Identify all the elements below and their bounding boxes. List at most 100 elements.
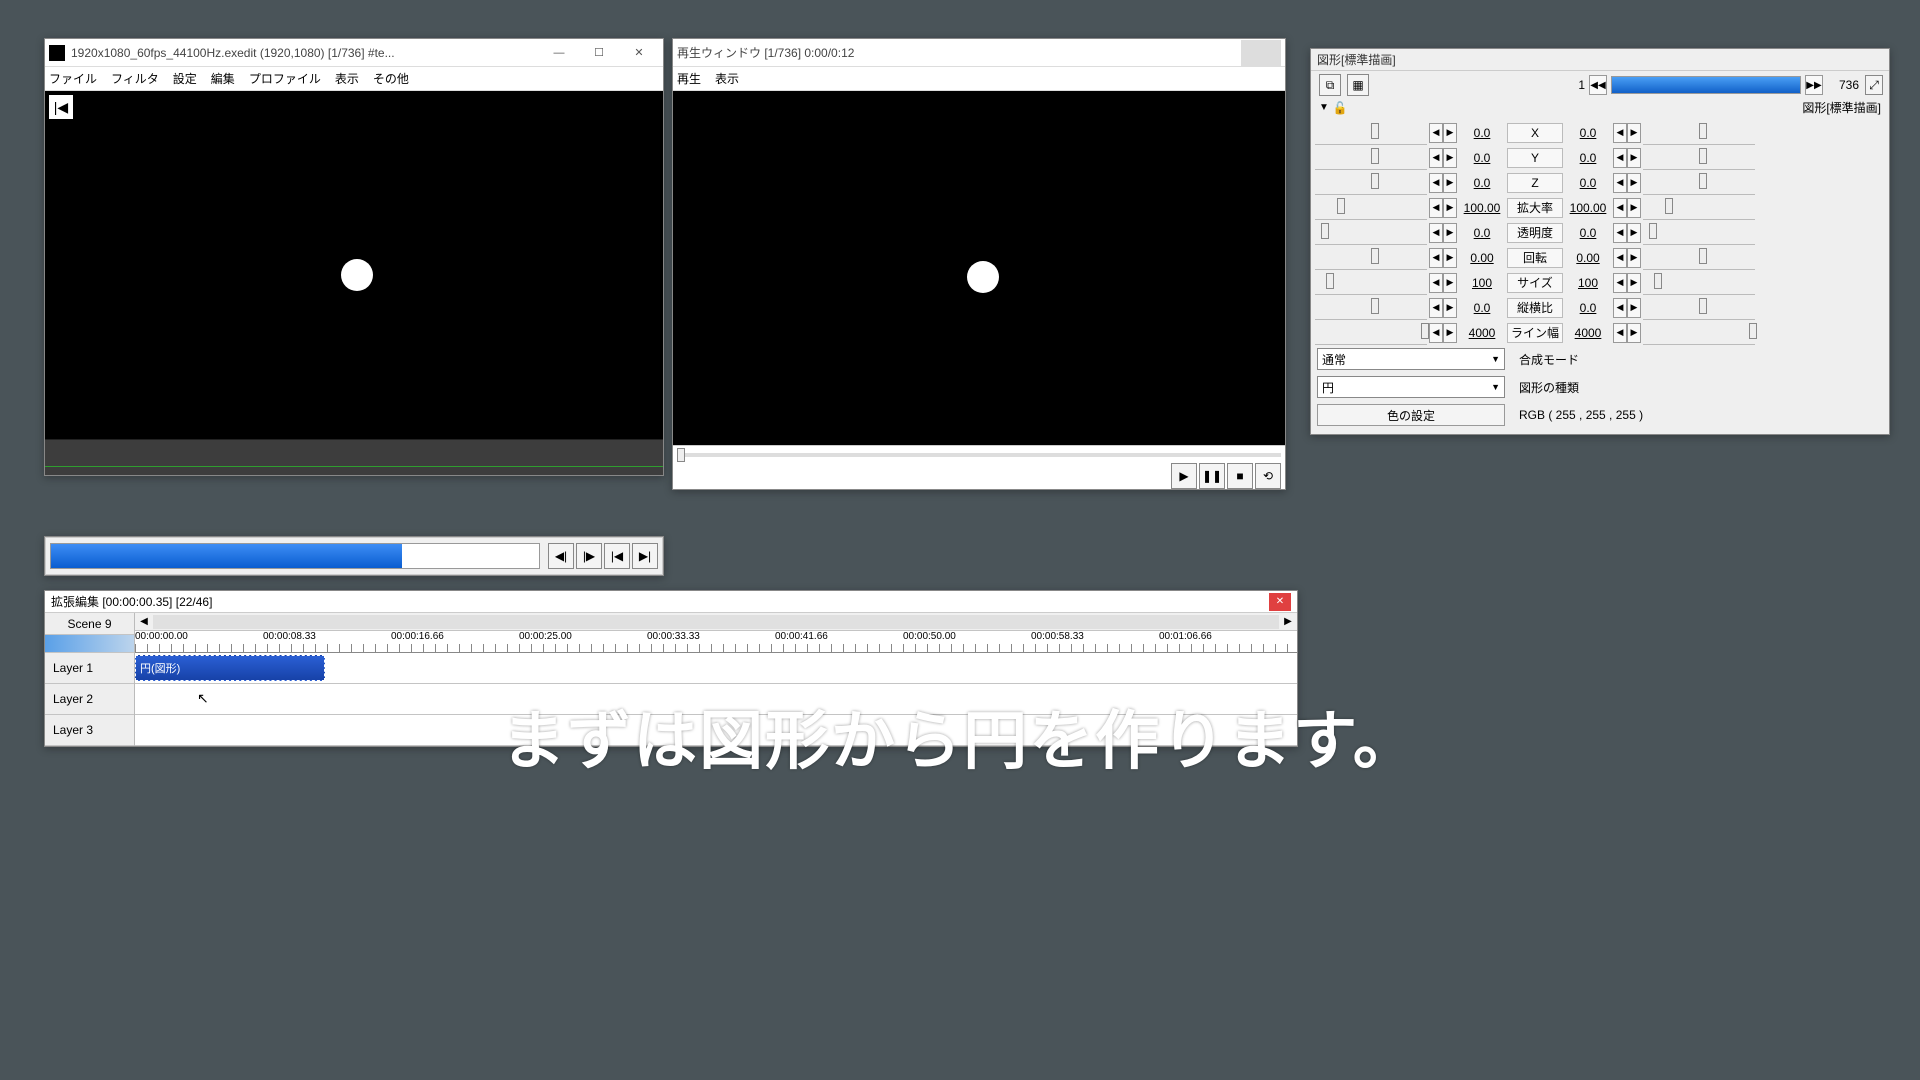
layer-1-header[interactable]: Layer 1 bbox=[45, 653, 134, 684]
menu-filter[interactable]: フィルタ bbox=[111, 70, 159, 87]
frame-seek[interactable] bbox=[1611, 76, 1801, 94]
decrement-button[interactable]: ◀ bbox=[1429, 173, 1443, 193]
scroll-left-button[interactable]: ◀ bbox=[135, 616, 153, 627]
shape-type-select[interactable]: 円▼ bbox=[1317, 376, 1505, 398]
decrement-button[interactable]: ◀ bbox=[1613, 273, 1627, 293]
param-label[interactable]: 透明度 bbox=[1507, 223, 1563, 243]
increment-button[interactable]: ▶ bbox=[1627, 198, 1641, 218]
param-label[interactable]: 縦横比 bbox=[1507, 298, 1563, 318]
param-label[interactable]: X bbox=[1507, 123, 1563, 143]
scene-selector[interactable]: Scene 9 bbox=[45, 613, 134, 635]
decrement-button[interactable]: ◀ bbox=[1613, 173, 1627, 193]
decrement-button[interactable]: ◀ bbox=[1613, 123, 1627, 143]
slider-right[interactable] bbox=[1643, 277, 1755, 295]
frame-rewind-button[interactable]: ◀◀ bbox=[1589, 75, 1607, 95]
increment-button[interactable]: ▶ bbox=[1443, 298, 1457, 318]
slider-right[interactable] bbox=[1643, 127, 1755, 145]
decrement-button[interactable]: ◀ bbox=[1613, 248, 1627, 268]
decrement-button[interactable]: ◀ bbox=[1429, 323, 1443, 343]
next-frame-button[interactable]: |▶ bbox=[576, 543, 602, 569]
frame-end[interactable]: 736 bbox=[1827, 78, 1859, 92]
increment-button[interactable]: ▶ bbox=[1443, 273, 1457, 293]
pause-button[interactable]: ❚❚ bbox=[1199, 463, 1225, 489]
slider-left[interactable] bbox=[1315, 277, 1427, 295]
minimize-button[interactable]: — bbox=[539, 40, 579, 66]
increment-button[interactable]: ▶ bbox=[1627, 248, 1641, 268]
increment-button[interactable]: ▶ bbox=[1627, 323, 1641, 343]
playback-titlebar[interactable]: 再生ウィンドウ [1/736] 0:00/0:12 bbox=[673, 39, 1285, 67]
param-label[interactable]: 回転 bbox=[1507, 248, 1563, 268]
slider-right[interactable] bbox=[1643, 302, 1755, 320]
increment-button[interactable]: ▶ bbox=[1627, 123, 1641, 143]
value-left[interactable]: 0.00 bbox=[1459, 251, 1505, 265]
main-titlebar[interactable]: 1920x1080_60fps_44100Hz.exedit (1920,108… bbox=[45, 39, 663, 67]
stop-button[interactable]: ■ bbox=[1227, 463, 1253, 489]
increment-button[interactable]: ▶ bbox=[1443, 148, 1457, 168]
slider-right[interactable] bbox=[1643, 252, 1755, 270]
playback-close-button[interactable] bbox=[1241, 40, 1281, 66]
menu-settings[interactable]: 設定 bbox=[173, 70, 197, 87]
value-right[interactable]: 0.0 bbox=[1565, 176, 1611, 190]
main-preview[interactable]: |◀ bbox=[45, 91, 663, 439]
param-label[interactable]: ライン幅 bbox=[1507, 323, 1563, 343]
decrement-button[interactable]: ◀ bbox=[1429, 123, 1443, 143]
close-button[interactable]: ✕ bbox=[619, 40, 659, 66]
value-left[interactable]: 0.0 bbox=[1459, 151, 1505, 165]
param-label[interactable]: Y bbox=[1507, 148, 1563, 168]
maximize-button[interactable]: ☐ bbox=[579, 40, 619, 66]
value-right[interactable]: 100 bbox=[1565, 276, 1611, 290]
props-button-b[interactable]: ▦ bbox=[1347, 74, 1369, 96]
menu-playback[interactable]: 再生 bbox=[677, 70, 701, 87]
slider-left[interactable] bbox=[1315, 252, 1427, 270]
audio-waveform[interactable] bbox=[45, 439, 663, 475]
decrement-button[interactable]: ◀ bbox=[1429, 223, 1443, 243]
menu-playback-view[interactable]: 表示 bbox=[715, 70, 739, 87]
section-toggle[interactable]: ▼ 🔓 図形[標準描画] bbox=[1311, 99, 1889, 120]
increment-button[interactable]: ▶ bbox=[1443, 323, 1457, 343]
decrement-button[interactable]: ◀ bbox=[1429, 298, 1443, 318]
timeline-hscroll[interactable]: ◀ ▶ bbox=[135, 613, 1297, 631]
decrement-button[interactable]: ◀ bbox=[1429, 248, 1443, 268]
playback-seekbar[interactable] bbox=[673, 445, 1285, 463]
frame-start[interactable]: 1 bbox=[1565, 78, 1585, 92]
increment-button[interactable]: ▶ bbox=[1627, 223, 1641, 243]
slider-left[interactable] bbox=[1315, 327, 1427, 345]
slider-left[interactable] bbox=[1315, 202, 1427, 220]
menu-file[interactable]: ファイル bbox=[49, 70, 97, 87]
value-left[interactable]: 0.0 bbox=[1459, 176, 1505, 190]
increment-button[interactable]: ▶ bbox=[1443, 123, 1457, 143]
value-right[interactable]: 0.0 bbox=[1565, 301, 1611, 315]
go-to-start-button[interactable]: |◀ bbox=[49, 95, 73, 119]
prev-frame-button[interactable]: ◀| bbox=[548, 543, 574, 569]
value-left[interactable]: 100 bbox=[1459, 276, 1505, 290]
props-button-a[interactable]: ⧉ bbox=[1319, 74, 1341, 96]
playback-preview[interactable] bbox=[673, 91, 1285, 445]
increment-button[interactable]: ▶ bbox=[1443, 173, 1457, 193]
value-right[interactable]: 4000 bbox=[1565, 326, 1611, 340]
seek-thumb[interactable] bbox=[677, 448, 685, 462]
decrement-button[interactable]: ◀ bbox=[1429, 273, 1443, 293]
scroll-right-button[interactable]: ▶ bbox=[1279, 616, 1297, 627]
slider-left[interactable] bbox=[1315, 152, 1427, 170]
value-left[interactable]: 0.0 bbox=[1459, 301, 1505, 315]
slider-left[interactable] bbox=[1315, 227, 1427, 245]
increment-button[interactable]: ▶ bbox=[1443, 223, 1457, 243]
properties-title[interactable]: 図形[標準描画] bbox=[1311, 49, 1889, 71]
menu-edit[interactable]: 編集 bbox=[211, 70, 235, 87]
decrement-button[interactable]: ◀ bbox=[1613, 198, 1627, 218]
slider-right[interactable] bbox=[1643, 327, 1755, 345]
slider-left[interactable] bbox=[1315, 302, 1427, 320]
go-end-button[interactable]: ▶| bbox=[632, 543, 658, 569]
slider-right[interactable] bbox=[1643, 227, 1755, 245]
increment-button[interactable]: ▶ bbox=[1627, 298, 1641, 318]
value-right[interactable]: 0.0 bbox=[1565, 126, 1611, 140]
value-left[interactable]: 0.0 bbox=[1459, 226, 1505, 240]
decrement-button[interactable]: ◀ bbox=[1613, 298, 1627, 318]
increment-button[interactable]: ▶ bbox=[1627, 273, 1641, 293]
color-settings-button[interactable]: 色の設定 bbox=[1317, 404, 1505, 426]
param-label[interactable]: 拡大率 bbox=[1507, 198, 1563, 218]
menu-profile[interactable]: プロファイル bbox=[249, 70, 321, 87]
value-right[interactable]: 100.00 bbox=[1565, 201, 1611, 215]
play-button[interactable]: ▶ bbox=[1171, 463, 1197, 489]
blend-mode-select[interactable]: 通常▼ bbox=[1317, 348, 1505, 370]
